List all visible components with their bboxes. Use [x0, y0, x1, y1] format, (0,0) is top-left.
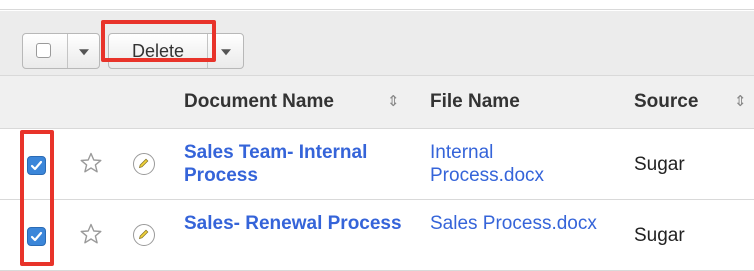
sort-icon[interactable]: ⇕	[734, 76, 747, 128]
column-header-document-name[interactable]: Document Name	[184, 76, 334, 128]
star-icon[interactable]	[79, 151, 103, 175]
select-all-checkbox-cell[interactable]	[23, 34, 68, 68]
table-row: Sales- Renewal Process Sales Process.doc…	[0, 200, 754, 271]
document-name-link[interactable]: Sales- Renewal Process	[184, 212, 414, 235]
edit-button[interactable]	[133, 153, 155, 175]
table-row: Sales Team- Internal Process Internal Pr…	[0, 129, 754, 200]
source-value: Sugar	[634, 225, 685, 246]
source-value: Sugar	[634, 154, 685, 175]
document-name-link[interactable]: Sales Team- Internal Process	[184, 141, 414, 187]
star-icon[interactable]	[79, 222, 103, 246]
delete-button-highlight	[101, 20, 216, 62]
file-name-link[interactable]: Internal Process.docx	[430, 141, 610, 187]
top-border	[0, 0, 754, 10]
file-name-link[interactable]: Sales Process.docx	[430, 212, 610, 235]
column-header-file-name[interactable]: File Name	[430, 76, 520, 128]
select-all-checkbox[interactable]	[36, 43, 51, 58]
row-checkboxes-highlight	[20, 130, 54, 266]
pencil-icon	[138, 158, 149, 169]
select-all-menu-toggle[interactable]	[68, 34, 99, 68]
edit-button[interactable]	[133, 224, 155, 246]
chevron-down-icon	[220, 49, 231, 56]
chevron-down-icon	[78, 49, 89, 56]
column-header-source[interactable]: Source	[634, 76, 698, 128]
documents-list-view: Delete Document Name ⇕ File Name Source …	[0, 0, 754, 271]
sort-icon[interactable]: ⇕	[387, 76, 400, 128]
table-header: Document Name ⇕ File Name Source ⇕	[0, 76, 754, 129]
pencil-icon	[138, 229, 149, 240]
select-all-dropdown[interactable]	[22, 33, 100, 69]
